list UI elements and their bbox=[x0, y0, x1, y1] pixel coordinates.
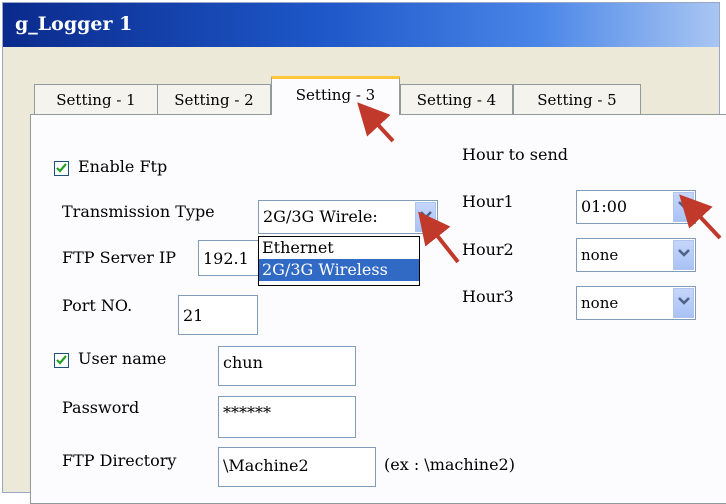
annotation-arrows bbox=[357, 102, 722, 264]
arrow-hour1-icon bbox=[679, 194, 722, 240]
arrow-transmission-icon bbox=[418, 211, 460, 264]
arrow-tab-icon bbox=[357, 102, 395, 143]
